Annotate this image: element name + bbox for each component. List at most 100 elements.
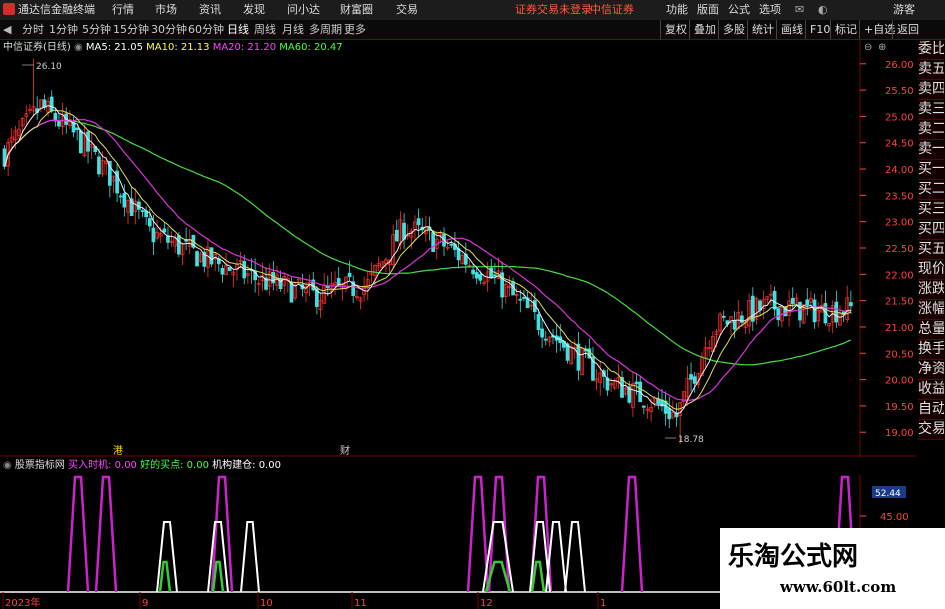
back-button[interactable]: 返回 xyxy=(892,20,923,39)
menu-quotes[interactable]: 行情 xyxy=(112,0,134,20)
candle-body xyxy=(78,130,83,154)
restore-rights-button[interactable]: 复权 xyxy=(660,20,691,39)
multi-stock-button[interactable]: 多股 xyxy=(718,20,749,39)
period-tab[interactable]: 月线 xyxy=(282,20,304,39)
candle-body xyxy=(195,251,199,267)
statistics-button[interactable]: 统计 xyxy=(747,20,778,39)
right-side-panel: 委比 卖五 卖四 卖三 卖二 卖一 买一 买二 买三 买四 买五 现价 涨跌 涨幅 总量 换手 净资 收益 自动 交易 xyxy=(918,40,944,440)
menu-options[interactable]: 选项 xyxy=(759,0,781,20)
message-icon[interactable]: ✉ xyxy=(795,0,804,20)
menu-news[interactable]: 资讯 xyxy=(199,0,221,20)
y-tick-label: 26.00 xyxy=(885,60,914,71)
side-tab[interactable]: 卖四 xyxy=(918,80,944,100)
candle-body xyxy=(336,278,341,285)
candle-body xyxy=(394,229,399,242)
side-tab[interactable]: 买四 xyxy=(918,220,944,240)
menu-wealth[interactable]: 财富圈 xyxy=(340,0,373,20)
side-tab[interactable]: 换手 xyxy=(918,340,944,360)
y-tick-label: 19.00 xyxy=(885,428,914,439)
period-tab[interactable]: 5分钟 xyxy=(82,20,111,39)
side-tab[interactable]: 卖一 xyxy=(918,140,944,160)
login-status[interactable]: 证券交易未登录 xyxy=(515,0,592,20)
menu-layout[interactable]: 版面 xyxy=(697,0,719,20)
candle-body xyxy=(53,112,58,122)
menu-trade[interactable]: 交易 xyxy=(396,0,418,20)
period-tab-more[interactable]: 更多 xyxy=(344,20,366,39)
ma5-line xyxy=(4,105,851,415)
buy-time-label: 买入时机: 0.00 xyxy=(68,460,137,471)
side-tab[interactable]: 委比 xyxy=(918,40,944,60)
period-tab[interactable]: 多周期 xyxy=(309,20,342,39)
side-tab[interactable]: 自动 xyxy=(918,400,944,420)
period-tab[interactable]: 分时 xyxy=(22,20,44,39)
candle-body xyxy=(471,269,475,275)
side-tab[interactable]: 涨跌 xyxy=(918,280,944,300)
side-tab[interactable]: 涨幅 xyxy=(918,300,944,320)
buy-time-spike xyxy=(94,475,118,593)
candle-body xyxy=(347,272,352,278)
candle-body xyxy=(49,96,54,112)
side-tab[interactable]: 收益 xyxy=(918,380,944,400)
side-tab[interactable]: 买五 xyxy=(918,240,944,260)
menu-market[interactable]: 市场 xyxy=(155,0,177,20)
side-tab[interactable]: 买三 xyxy=(918,200,944,220)
side-tab[interactable]: 净资 xyxy=(918,360,944,380)
draw-line-button[interactable]: 画线 xyxy=(776,20,807,39)
indicator-name[interactable]: 股票指标网 xyxy=(15,460,65,471)
candle-body xyxy=(692,376,697,384)
menu-ask[interactable]: 问小达 xyxy=(287,0,320,20)
candle-body xyxy=(790,297,795,305)
overlay-button[interactable]: 叠加 xyxy=(689,20,720,39)
good-buy-label: 好的买点: 0.00 xyxy=(140,460,209,471)
candle-body xyxy=(522,297,526,299)
side-tab[interactable]: 现价 xyxy=(918,260,944,280)
x-axis-label: 1 xyxy=(600,598,606,609)
menu-discover[interactable]: 发现 xyxy=(243,0,265,20)
skin-icon[interactable]: ◐ xyxy=(818,0,828,20)
candle-body xyxy=(849,302,853,307)
y-tick-label: 24.50 xyxy=(885,139,914,150)
inst-build-spike xyxy=(240,521,260,593)
y-tick-label: 25.00 xyxy=(885,112,914,123)
side-tab[interactable]: 卖二 xyxy=(918,120,944,140)
menu-function[interactable]: 功能 xyxy=(666,0,688,20)
candlestick-chart[interactable]: 26.00 25.50 25.00 24.50 24.00 23.50 23.00 22.50… xyxy=(0,40,915,457)
candle-body xyxy=(812,299,817,323)
side-tab[interactable]: 卖五 xyxy=(918,60,944,80)
candle-body xyxy=(278,277,283,290)
side-tab[interactable]: 买二 xyxy=(918,180,944,200)
y-tick-label: 20.50 xyxy=(885,349,914,360)
candle-body xyxy=(772,290,777,310)
guest-label[interactable]: 游客 xyxy=(893,0,915,20)
candle-body xyxy=(431,232,435,252)
x-axis-label: 2023年 xyxy=(5,596,40,609)
period-tab-daily[interactable]: 日线 xyxy=(227,20,249,39)
nav-back-icon[interactable]: ◀ xyxy=(3,20,11,39)
ma20-line xyxy=(3,118,852,401)
inst-build-spike xyxy=(564,521,586,593)
period-tab[interactable]: 60分钟 xyxy=(188,20,224,39)
ind-y-tick: 45.00 xyxy=(880,512,909,523)
good-buy-spike xyxy=(158,560,172,593)
title-bar: 通达信金融终端 行情 市场 资讯 发现 问小达 财富圈 交易 证券交易未登录 中… xyxy=(0,0,945,21)
period-toolbar: ◀ 分时 1分钟 5分钟 15分钟 30分钟 60分钟 日线 周线 月线 多周期… xyxy=(0,20,945,40)
side-tab[interactable]: 买一 xyxy=(918,160,944,180)
y-tick-label: 22.50 xyxy=(885,244,914,255)
candle-body xyxy=(721,315,726,318)
period-tab[interactable]: 30分钟 xyxy=(151,20,187,39)
period-tab[interactable]: 周线 xyxy=(254,20,276,39)
candle-body xyxy=(634,381,639,385)
x-axis-label: 12 xyxy=(480,598,493,609)
candle-body xyxy=(147,218,152,227)
side-tab[interactable]: 卖三 xyxy=(918,100,944,120)
period-tab[interactable]: 15分钟 xyxy=(113,20,149,39)
mark-button[interactable]: 标记 xyxy=(830,20,861,39)
menu-formula[interactable]: 公式 xyxy=(728,0,750,20)
indicator-settings-icon[interactable]: ◉ xyxy=(3,460,12,471)
period-tab[interactable]: 1分钟 xyxy=(49,20,78,39)
side-tab[interactable]: 总量 xyxy=(918,320,944,340)
side-tab[interactable]: 交易 xyxy=(918,420,944,440)
candle-body xyxy=(140,210,145,212)
candle-body xyxy=(57,120,61,127)
candle-body xyxy=(776,308,781,321)
